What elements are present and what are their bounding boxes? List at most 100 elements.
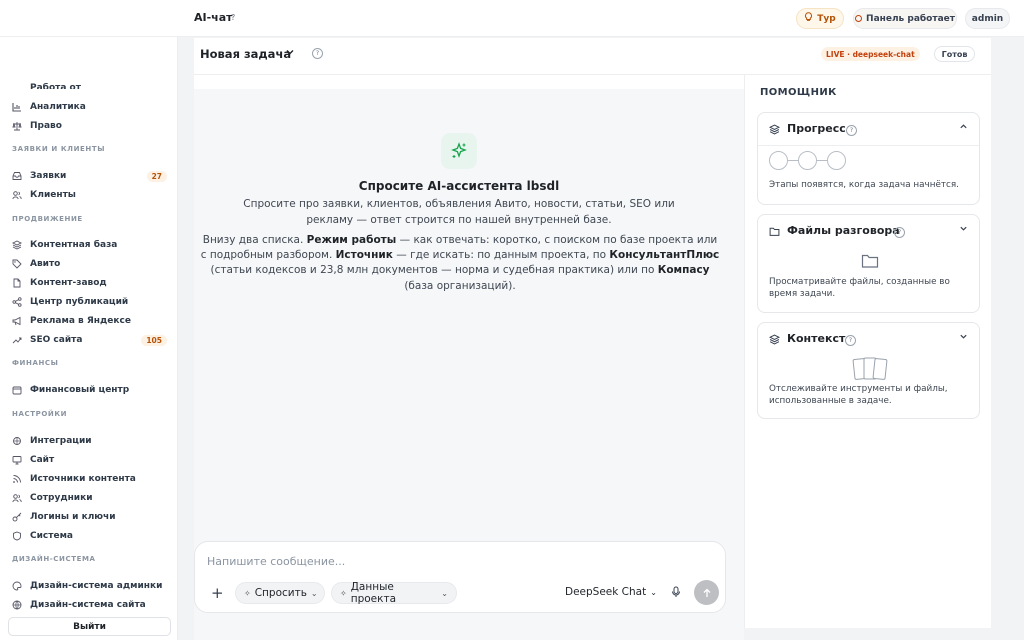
- logout-button[interactable]: Выйти: [8, 617, 171, 636]
- task-header: Новая задача ? LIVE · deepseek-chat Гото…: [194, 38, 991, 75]
- globe-icon: [12, 600, 22, 610]
- sidebar-item-label: Аналитика: [30, 102, 86, 112]
- progress-steps: [769, 151, 846, 170]
- live-model-badge: LIVE · deepseek-chat: [821, 47, 920, 61]
- help-icon[interactable]: ?: [845, 335, 856, 346]
- mode-select-label: Спросить: [254, 587, 307, 599]
- sidebar-item-cut[interactable]: Работа от отзыв: [30, 83, 90, 89]
- sidebar-item-integrations[interactable]: Интеграции: [12, 433, 167, 449]
- sidebar-item-label: Реклама в Яндексе: [30, 316, 131, 326]
- sidebar-item-label: Система: [30, 531, 73, 541]
- layers-icon: [12, 240, 22, 250]
- sidebar-item-content-base[interactable]: Контентная база: [12, 237, 167, 253]
- step-placeholder: [827, 151, 846, 170]
- sidebar-item-admin-design[interactable]: Дизайн-система админки: [12, 578, 167, 594]
- empty-state-hint: Внизу два списка. Режим работы — как отв…: [200, 234, 720, 292]
- sidebar-item-content-factory[interactable]: Контент-завод: [12, 275, 167, 291]
- sidebar-item-label: Заявки: [30, 171, 67, 181]
- message-composer: + ✧ Спросить ⌄ ✧ Данные проекта ⌄ DeepSe…: [194, 541, 726, 613]
- chevron-down-icon[interactable]: [285, 47, 295, 60]
- sidebar-item-analytics[interactable]: Аналитика: [12, 99, 167, 115]
- empty-state-description: Спросите про заявки, клиентов, объявлени…: [243, 198, 675, 226]
- folder-icon: [758, 253, 981, 269]
- sidebar-item-logins-keys[interactable]: Логины и ключи: [12, 509, 167, 525]
- sidebar-item-requests[interactable]: Заявки 27: [12, 168, 167, 184]
- sidebar-item-site-design[interactable]: Дизайн-система сайта: [12, 597, 167, 613]
- sidebar-item-label: Интеграции: [30, 436, 92, 446]
- sidebar-item-label: Дизайн-система сайта: [30, 600, 146, 610]
- model-select-label: DeepSeek Chat: [565, 586, 647, 598]
- source-select[interactable]: ✧ Данные проекта ⌄: [331, 581, 457, 605]
- monitor-icon: [12, 455, 22, 465]
- sidebar-item-seo[interactable]: SEO сайта 105: [12, 332, 167, 348]
- sidebar-item-avito[interactable]: Авито: [12, 256, 167, 272]
- file-icon: [12, 278, 22, 288]
- sidebar-item-label: Дизайн-система админки: [30, 581, 163, 591]
- progress-title: Прогресс: [787, 122, 846, 135]
- chevron-up-icon[interactable]: [959, 122, 968, 134]
- sidebar-item-clients[interactable]: Клиенты: [12, 187, 167, 203]
- help-icon[interactable]: ?: [231, 13, 235, 22]
- sidebar-item-law[interactable]: Право: [12, 118, 167, 134]
- panel-status-label: Панель работает: [866, 13, 955, 24]
- shield-icon: [12, 531, 22, 541]
- send-button[interactable]: [694, 580, 719, 605]
- status-badge: Готов: [934, 46, 975, 62]
- chevron-down-icon[interactable]: [959, 332, 968, 344]
- section-design: ДИЗАЙН-СИСТЕМА: [12, 555, 96, 563]
- chevron-down-icon: ⌄: [310, 588, 318, 598]
- mode-select[interactable]: ✧ Спросить ⌄: [235, 582, 325, 604]
- sidebar-item-label: Центр публикаций: [30, 297, 129, 307]
- message-input[interactable]: [207, 552, 707, 570]
- sidebar-item-content-sources[interactable]: Источники контента: [12, 471, 167, 487]
- help-icon[interactable]: ?: [312, 48, 323, 59]
- chevron-down-icon[interactable]: [959, 224, 968, 236]
- top-header: AI-чат ? Тур Панель работает admin: [0, 0, 1024, 37]
- help-icon[interactable]: ?: [894, 227, 905, 238]
- layers-icon: [769, 334, 780, 345]
- sidebar-item-yandex-ads[interactable]: Реклама в Яндексе: [12, 313, 167, 329]
- files-card: Файлы разговора ? Просматривайте файлы, …: [757, 214, 980, 313]
- admin-label: admin: [971, 13, 1004, 24]
- documents-icon: [758, 357, 981, 381]
- help-icon[interactable]: ?: [846, 125, 857, 136]
- context-card-header[interactable]: Контекст ?: [758, 323, 979, 355]
- attach-plus-icon[interactable]: +: [211, 584, 224, 602]
- chevron-down-icon: ⌄: [650, 587, 657, 597]
- count-badge: 105: [141, 334, 167, 346]
- source-select-label: Данные проекта: [350, 581, 397, 605]
- sidebar-item-employees[interactable]: Сотрудники: [12, 490, 167, 506]
- sparkle-icon: [441, 133, 477, 169]
- sparkle-icon: ✧: [244, 588, 251, 598]
- scale-icon: [12, 121, 22, 131]
- rss-icon: [12, 474, 22, 484]
- model-select[interactable]: DeepSeek Chat ⌄: [565, 586, 657, 598]
- sidebar-item-label: Логины и ключи: [30, 512, 116, 522]
- team-icon: [12, 493, 22, 503]
- panel-status-button[interactable]: Панель работает: [853, 8, 957, 29]
- task-title[interactable]: Новая задача: [200, 47, 291, 61]
- admin-button[interactable]: admin: [965, 8, 1010, 29]
- count-badge: 27: [146, 170, 167, 182]
- sidebar-item-label: Контентная база: [30, 240, 118, 250]
- progress-card-header[interactable]: Прогресс ?: [758, 113, 979, 145]
- trend-icon: [12, 335, 22, 345]
- app-title: AI-чат: [194, 11, 233, 24]
- chevron-down-icon: ⌄: [441, 588, 448, 598]
- step-placeholder: [798, 151, 817, 170]
- sidebar-item-finance-center[interactable]: Финансовый центр: [12, 382, 167, 398]
- tour-button[interactable]: Тур: [796, 8, 844, 29]
- sidebar-item-publications[interactable]: Центр публикаций: [12, 294, 167, 310]
- sidebar-item-site[interactable]: Сайт: [12, 452, 167, 468]
- files-card-header[interactable]: Файлы разговора ?: [758, 215, 979, 247]
- users-icon: [12, 190, 22, 200]
- sidebar: Работа от отзыв Аналитика Право ЗАЯВКИ И…: [0, 37, 178, 640]
- scrollbar-track[interactable]: [991, 38, 1024, 628]
- layers-icon: [769, 124, 780, 135]
- plug-icon: [12, 436, 22, 446]
- chart-icon: [12, 102, 22, 112]
- microphone-icon[interactable]: [671, 586, 681, 601]
- context-text: Отслеживайте инструменты и файлы, исполь…: [769, 384, 948, 406]
- sidebar-item-system[interactable]: Система: [12, 528, 167, 544]
- sidebar-item-label: Контент-завод: [30, 278, 107, 288]
